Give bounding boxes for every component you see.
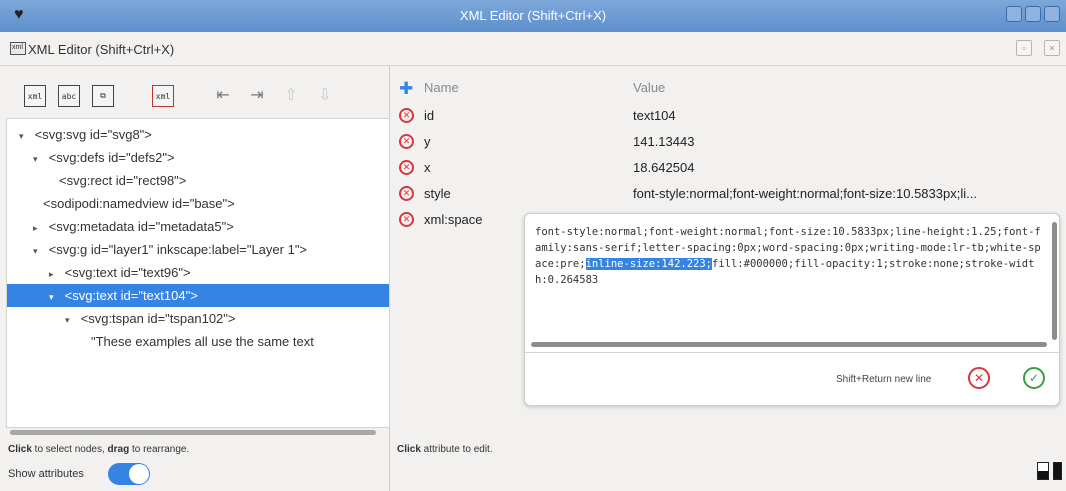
attribute-row[interactable]: ✕ style font-style:normal;font-weight:no… <box>391 182 1066 208</box>
tree-node-label: <svg:rect id="rect98"> <box>59 173 187 188</box>
value-column-header: Value <box>633 80 666 95</box>
window-title: XML Editor (Shift+Ctrl+X) <box>459 8 607 23</box>
tree-node[interactable]: ▾ <svg:tspan id="tspan102"> <box>7 307 389 332</box>
tree-node-label: "These examples all use the same text <box>91 334 314 349</box>
selected-text: inline-size:142.223; <box>585 258 713 270</box>
tree-node-label: <svg:text id="text96"> <box>64 265 191 280</box>
expander-icon[interactable]: ▾ <box>65 309 77 332</box>
lower-node-icon[interactable]: ⇩ <box>314 85 336 107</box>
tree-hint: Click to select nodes, drag to rearrange… <box>8 444 190 455</box>
delete-attribute-icon[interactable]: ✕ <box>399 108 414 123</box>
tree-node[interactable]: ▾ <svg:defs id="defs2"> <box>7 146 389 171</box>
expander-icon[interactable]: ▾ <box>49 286 61 309</box>
attribute-row[interactable]: ✕ x 18.642504 <box>391 156 1066 182</box>
tree-node-label: <svg:metadata id="metadata5"> <box>48 219 234 234</box>
editor-vertical-scrollbar[interactable] <box>1052 222 1057 340</box>
layout-vertical-icon[interactable] <box>1053 462 1062 480</box>
tree-node[interactable]: <sodipodi:namedview id="base"> <box>7 192 389 215</box>
raise-node-icon[interactable]: ⇧ <box>280 85 302 107</box>
value-edit-popup: font-style:normal;font-weight:normal;fon… <box>524 213 1060 406</box>
attributes-panel: ✚ Name Value ✕ id text104 ✕ y 141.13443 … <box>391 66 1066 491</box>
tree-node[interactable]: ▾ <svg:svg id="svg8"> <box>7 123 389 148</box>
attribute-hint: Click attribute to edit. <box>397 444 493 455</box>
delete-attribute-icon[interactable]: ✕ <box>399 186 414 201</box>
expander-icon[interactable]: ▾ <box>19 125 31 148</box>
show-attributes-toggle[interactable] <box>108 463 150 485</box>
tree-node-selected[interactable]: ▾ <svg:text id="text104"> <box>7 284 389 309</box>
delete-attribute-icon[interactable]: ✕ <box>399 160 414 175</box>
dock-iconify-button[interactable]: ▫ <box>1016 40 1032 56</box>
divider <box>525 352 1059 353</box>
expander-icon[interactable]: ▸ <box>33 217 45 240</box>
new-element-node-icon[interactable]: xml <box>24 85 46 107</box>
attribute-value[interactable]: 141.13443 <box>633 134 1063 149</box>
attribute-value[interactable]: font-style:normal;font-weight:normal;fon… <box>633 186 1063 201</box>
tree-horizontal-scrollbar[interactable] <box>10 430 376 435</box>
attribute-name: xml:space <box>424 212 483 227</box>
duplicate-node-icon[interactable]: ⧉ <box>92 85 114 107</box>
tree-node-label: <sodipodi:namedview id="base"> <box>43 196 235 211</box>
unindent-node-icon[interactable]: ⇤ <box>212 85 234 107</box>
tree-node[interactable]: ▸ <svg:metadata id="metadata5"> <box>7 215 389 240</box>
tree-node-label: <svg:text id="text104"> <box>64 288 198 303</box>
dock-header: XML Editor (Shift+Ctrl+X) ▫ × <box>0 32 1066 66</box>
node-tree[interactable]: ▾ <svg:svg id="svg8"> ▾ <svg:defs id="de… <box>6 118 390 428</box>
panel-layout-switcher <box>1037 462 1062 480</box>
indent-node-icon[interactable]: ⇥ <box>246 85 268 107</box>
tree-node-label: <svg:svg id="svg8"> <box>34 127 152 142</box>
cancel-icon[interactable]: ✕ <box>968 367 990 389</box>
expander-icon[interactable]: ▸ <box>49 263 61 286</box>
name-column-header: Name <box>424 80 459 95</box>
xml-toolbar: xml abc ⧉ xml ⇤ ⇥ ⇧ ⇩ <box>24 80 336 112</box>
dock-close-button[interactable]: × <box>1044 40 1060 56</box>
tree-node[interactable]: ▾ <svg:g id="layer1" inkscape:label="Lay… <box>7 238 389 263</box>
attribute-row[interactable]: ✕ y 141.13443 <box>391 130 1066 156</box>
tree-node-label: <svg:g id="layer1" inkscape:label="Layer… <box>48 242 308 257</box>
tree-node[interactable]: <svg:rect id="rect98"> <box>7 169 389 192</box>
attribute-value[interactable]: 18.642504 <box>633 160 1063 175</box>
layout-horizontal-icon[interactable] <box>1037 462 1049 480</box>
maximize-button[interactable] <box>1025 6 1041 22</box>
expander-icon[interactable]: ▾ <box>33 148 45 171</box>
node-tree-panel: xml abc ⧉ xml ⇤ ⇥ ⇧ ⇩ ▾ <svg:svg id="svg… <box>0 66 390 491</box>
add-attribute-icon[interactable]: ✚ <box>399 79 413 99</box>
tree-node-label: <svg:defs id="defs2"> <box>48 150 175 165</box>
new-text-node-icon[interactable]: abc <box>58 85 80 107</box>
attribute-value[interactable]: text104 <box>633 108 1063 123</box>
close-button[interactable] <box>1044 6 1060 22</box>
delete-node-icon[interactable]: xml <box>152 85 174 107</box>
xml-editor-icon <box>10 42 26 55</box>
attribute-row[interactable]: ✕ id text104 <box>391 104 1066 130</box>
confirm-icon[interactable]: ✓ <box>1023 367 1045 389</box>
tree-node-label: <svg:tspan id="tspan102"> <box>80 311 236 326</box>
tree-node[interactable]: ▸ <svg:text id="text96"> <box>7 261 389 286</box>
tree-node[interactable]: "These examples all use the same text <box>7 330 389 353</box>
attribute-name: style <box>424 186 451 201</box>
window-controls <box>1006 6 1060 22</box>
attribute-name: y <box>424 134 431 149</box>
minimize-button[interactable] <box>1006 6 1022 22</box>
delete-attribute-icon[interactable]: ✕ <box>399 212 414 227</box>
dock-title: XML Editor (Shift+Ctrl+X) <box>28 42 175 57</box>
editor-horizontal-scrollbar[interactable] <box>531 342 1047 347</box>
value-textarea[interactable]: font-style:normal;font-weight:normal;fon… <box>535 224 1045 332</box>
expander-icon[interactable]: ▾ <box>33 240 45 263</box>
toggle-knob <box>129 464 149 484</box>
attribute-name: id <box>424 108 435 123</box>
window-titlebar: ♥ XML Editor (Shift+Ctrl+X) <box>0 0 1066 32</box>
attribute-name: x <box>424 160 431 175</box>
show-attributes-label: Show attributes <box>8 468 84 480</box>
new-line-hint: Shift+Return new line <box>836 374 932 385</box>
delete-attribute-icon[interactable]: ✕ <box>399 134 414 149</box>
